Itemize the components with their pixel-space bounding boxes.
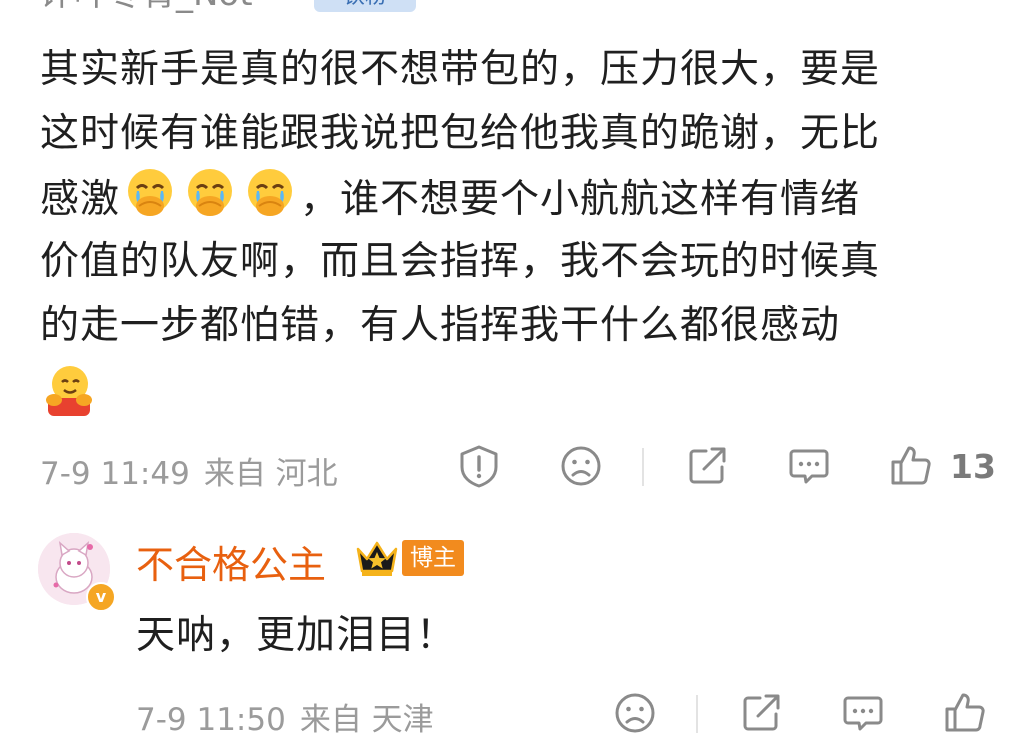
comment-icon[interactable] — [840, 690, 886, 736]
blogger-badge: 博主 — [402, 540, 464, 576]
reply-source: 来自 天津 — [299, 702, 434, 738]
report-icon[interactable] — [456, 443, 502, 489]
comment-time: 7-9 11:49 — [40, 456, 190, 492]
dislike-icon[interactable] — [612, 690, 658, 736]
like-count: 13 — [950, 447, 996, 486]
reply-username[interactable]: 不合格公主 — [136, 534, 326, 589]
share-icon[interactable] — [738, 690, 784, 736]
divider — [696, 695, 698, 733]
share-icon[interactable] — [684, 443, 730, 489]
divider — [642, 448, 644, 486]
comment-icon[interactable] — [786, 443, 832, 489]
comment-meta: 7-9 11:49 来自 河北 — [40, 448, 352, 493]
crown-icon — [354, 537, 400, 579]
crying-hands-emoji — [128, 169, 173, 216]
comment-source: 来自 河北 — [203, 456, 338, 492]
fan-tag-badge: 铁粉 — [314, 0, 416, 12]
hug-emoji — [46, 366, 92, 416]
comment-line: 的走一步都怕错，有人指挥我干什么都很感动 — [40, 303, 841, 348]
reply-meta: 7-9 11:50 来自 天津 — [136, 694, 448, 739]
comment-line: 价值的队友啊，而且会指挥，我不会玩的时候真 — [40, 239, 881, 284]
like-icon[interactable] — [942, 690, 988, 736]
crying-hands-emoji — [248, 169, 293, 216]
comment-line: 其实新手是真的很不想带包的，压力很大，要是 — [40, 47, 881, 92]
comment-line-text: ，谁不想要个小航航这样有情绪 — [300, 177, 861, 222]
dislike-icon[interactable] — [558, 443, 604, 489]
comment-line-text: 感激 — [40, 177, 121, 222]
reply-time: 7-9 11:50 — [136, 702, 286, 738]
crying-hands-emoji — [188, 169, 233, 216]
comment-line: 这时候有谁能跟我说把包给他我真的跪谢，无比 — [40, 111, 881, 156]
comment-username[interactable]: 评叶冬青_Not — [40, 0, 253, 14]
comment-body: 其实新手是真的很不想带包的，压力很大，要是 这时候有谁能跟我说把包给他我真的跪谢… — [40, 38, 1000, 418]
comment-line: 感激 ，谁不想要个小航航这样有情绪 — [40, 166, 1000, 230]
like-icon[interactable] — [888, 443, 934, 489]
reply-body: 天呐，更加泪目！ — [136, 613, 457, 658]
verified-icon: v — [86, 582, 116, 612]
